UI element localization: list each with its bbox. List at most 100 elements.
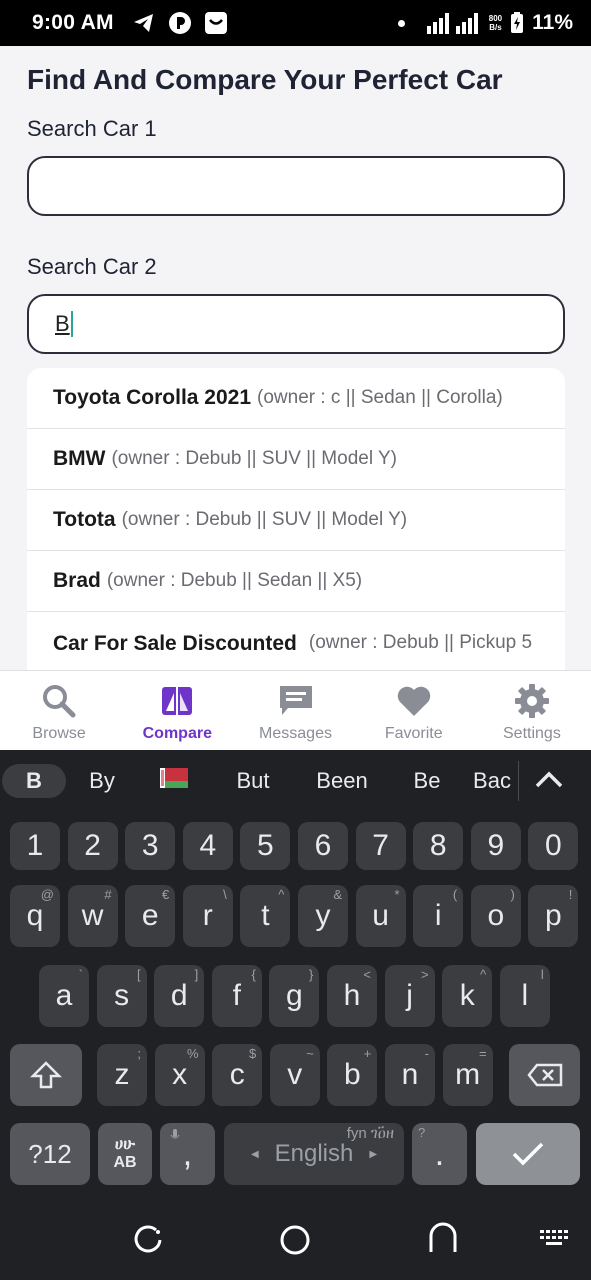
- recent-apps-icon[interactable]: [132, 1224, 164, 1256]
- result-name: Toyota Corolla 2021: [53, 386, 252, 409]
- letter-key-p[interactable]: ! p: [528, 885, 579, 947]
- keyboard-hide-icon[interactable]: [540, 1228, 568, 1248]
- letter-key-r[interactable]: \ r: [182, 885, 233, 947]
- suggestion[interactable]: B: [2, 764, 66, 798]
- letter-key-i[interactable]: (i: [413, 885, 464, 947]
- letter-key-f[interactable]: {f: [211, 965, 262, 1027]
- number-key-7[interactable]: 7: [355, 822, 406, 870]
- left-arrow-icon: ◀: [250, 1148, 259, 1160]
- number-key-4[interactable]: 4: [182, 822, 233, 870]
- shift-key[interactable]: [10, 1044, 82, 1106]
- letter-key-b[interactable]: + b: [327, 1044, 378, 1106]
- language-switch-key[interactable]: ሀሁ AB: [98, 1123, 152, 1185]
- key-alt-symbol: $: [248, 1046, 257, 1061]
- space-key[interactable]: fyn ገዐ፟ዘ ◀ English ▶: [224, 1123, 404, 1185]
- soft-keyboard: B By But Been Be Bac 1 2 3 4 5 6 7 8 9 0 @ q # w € e \ r ^…: [0, 750, 591, 1200]
- letter-key-y[interactable]: & y: [298, 885, 348, 947]
- shift-arrow-icon: [30, 1061, 62, 1089]
- result-meta: (owner : c || Sedan || Corolla): [257, 387, 503, 408]
- search-car-2-input[interactable]: B: [27, 294, 565, 354]
- key-label: l: [521, 979, 529, 1012]
- nav-settings[interactable]: Settings: [473, 671, 591, 750]
- suggestion[interactable]: Bac: [466, 768, 518, 794]
- letter-key-e[interactable]: € e: [125, 885, 176, 947]
- letter-key-g[interactable]: } g: [269, 965, 320, 1027]
- search-car-2-value: B: [55, 311, 70, 336]
- letter-key-q[interactable]: @ q: [10, 885, 60, 947]
- symbols-key[interactable]: ?12: [10, 1123, 90, 1185]
- letter-key-c[interactable]: $ c: [212, 1044, 263, 1106]
- number-key-3[interactable]: 3: [125, 822, 176, 870]
- nav-messages[interactable]: Messages: [236, 671, 354, 750]
- number-key-8[interactable]: 8: [413, 822, 464, 870]
- comma-label: ,: [182, 1134, 193, 1173]
- letter-key-l[interactable]: ll: [499, 965, 550, 1027]
- done-key[interactable]: [476, 1123, 580, 1185]
- status-bar: 9:00 AM 800 B/s 11%: [0, 0, 591, 46]
- back-icon[interactable]: [427, 1222, 459, 1254]
- result-meta: (owner : Debub || Sedan || X5): [106, 570, 363, 591]
- letter-key-t[interactable]: ^ t: [240, 885, 291, 947]
- message-icon: [279, 686, 312, 715]
- letter-key-z[interactable]: ; z: [97, 1044, 147, 1106]
- letter-key-u[interactable]: * u: [355, 885, 406, 947]
- number-key-0[interactable]: 0: [528, 822, 579, 870]
- nav-compare[interactable]: Compare: [118, 671, 236, 750]
- nav-label: Messages: [259, 725, 332, 742]
- key-label: 0: [545, 829, 562, 862]
- suggestion[interactable]: Be: [388, 768, 466, 794]
- key-alt-symbol: l: [540, 967, 544, 982]
- letter-key-k[interactable]: ^ k: [442, 965, 493, 1027]
- key-alt-symbol: {: [251, 967, 256, 982]
- period-key[interactable]: ? .: [412, 1123, 467, 1185]
- key-alt-symbol: >: [421, 967, 429, 982]
- letter-key-m[interactable]: = m: [442, 1044, 493, 1106]
- suggestion[interactable]: Been: [296, 768, 388, 794]
- compare-icon: [162, 684, 193, 718]
- number-key-9[interactable]: 9: [470, 822, 521, 870]
- home-icon[interactable]: [279, 1224, 311, 1256]
- key-label: f: [232, 979, 241, 1012]
- result-item[interactable]: Totota (owner : Debub || SUV || Model Y): [27, 490, 565, 551]
- key-label: p: [545, 899, 562, 932]
- key-alt-symbol: `: [78, 967, 83, 982]
- key-alt-symbol: %: [187, 1046, 199, 1061]
- result-item[interactable]: BMW (owner : Debub || SUV || Model Y): [27, 429, 565, 490]
- letter-key-j[interactable]: > j: [384, 965, 435, 1027]
- number-key-1[interactable]: 1: [10, 822, 60, 870]
- letter-key-x[interactable]: % x: [154, 1044, 205, 1106]
- belarus-flag-icon: [160, 768, 188, 788]
- belarus-flag-emoji-suggestion[interactable]: [138, 768, 210, 794]
- letter-key-h[interactable]: < h: [327, 965, 377, 1027]
- number-key-5[interactable]: 5: [240, 822, 291, 870]
- letter-key-w[interactable]: # w: [67, 885, 118, 947]
- number-key-2[interactable]: 2: [67, 822, 118, 870]
- letter-key-a[interactable]: ` a: [39, 965, 89, 1027]
- suggestion[interactable]: By: [66, 768, 138, 794]
- letter-key-s[interactable]: [s: [96, 965, 147, 1027]
- key-alt-symbol: #: [104, 887, 112, 902]
- number-key-6[interactable]: 6: [298, 822, 348, 870]
- result-name: Totota: [53, 508, 116, 531]
- nav-browse[interactable]: Browse: [0, 671, 118, 750]
- nav-favorite[interactable]: Favorite: [355, 671, 473, 750]
- result-item[interactable]: Toyota Corolla 2021 (owner : c || Sedan …: [27, 368, 565, 429]
- letter-key-d[interactable]: ] d: [154, 965, 205, 1027]
- backspace-key[interactable]: [509, 1044, 580, 1106]
- letter-key-n[interactable]: -n: [385, 1044, 435, 1106]
- key-label: a: [55, 979, 73, 1012]
- nav-label: Settings: [503, 725, 561, 742]
- space-hint: fyn ገዐ፟ዘ: [346, 1125, 394, 1142]
- suggestion[interactable]: But: [210, 768, 296, 794]
- chevron-up-icon: [535, 771, 563, 788]
- comma-key[interactable]: ,: [160, 1123, 215, 1185]
- result-meta: (owner : Debub || SUV || Model Y): [121, 509, 408, 530]
- telegram-icon: [133, 14, 153, 32]
- letter-key-o[interactable]: ) o: [470, 885, 521, 947]
- letter-key-v[interactable]: ~ v: [269, 1044, 320, 1106]
- key-label: s: [114, 979, 130, 1012]
- collapse-suggestions-button[interactable]: [519, 768, 579, 794]
- key-label: c: [229, 1058, 245, 1091]
- result-item[interactable]: Brad (owner : Debub || Sedan || X5): [27, 551, 565, 612]
- search-car-1-input[interactable]: [27, 156, 565, 216]
